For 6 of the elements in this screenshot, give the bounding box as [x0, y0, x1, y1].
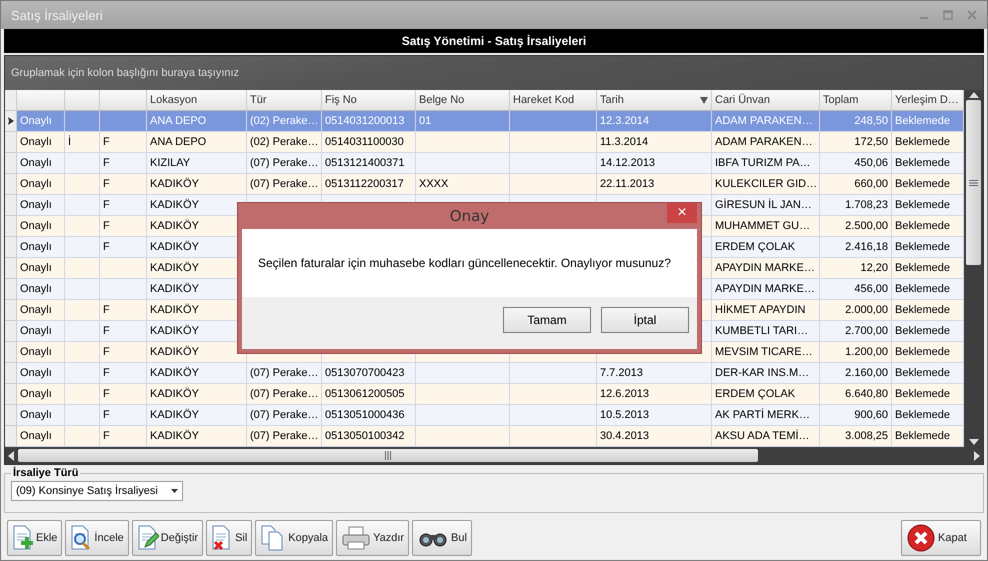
page-header: Satış Yönetimi - Satış İrsaliyeleri	[4, 29, 984, 53]
dialog-title: Onay	[450, 207, 490, 225]
dialog-message: Seçilen faturalar için muhasebe kodları güncellenecektir. Onaylıyor musunuz?	[258, 256, 671, 270]
filter-label: İrsaliye Türü	[12, 467, 80, 479]
group-hint: Gruplamak için kolon başlığını buraya taşıyınız	[11, 67, 240, 79]
window-title: Satış İrsaliyeleri	[11, 8, 103, 22]
